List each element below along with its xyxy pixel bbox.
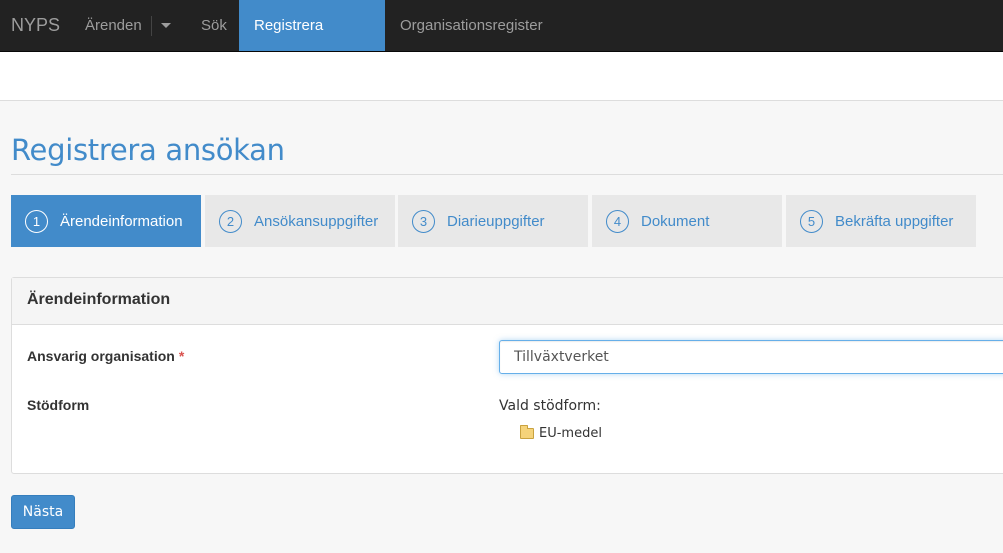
brand-logo[interactable]: NYPS <box>11 0 60 51</box>
selected-stodform-label: Vald stödform: <box>499 398 601 414</box>
step-label: Ansökansuppgifter <box>254 212 379 230</box>
panel-title: Ärendeinformation <box>27 291 171 308</box>
wizard-step-diarieuppgifter[interactable]: 3 Diarieuppgifter <box>398 195 588 247</box>
wizard-step-dokument[interactable]: 4 Dokument <box>592 195 782 247</box>
organisation-input[interactable] <box>499 340 1003 374</box>
wizard-step-ansokansuppgifter[interactable]: 2 Ansökansuppgifter <box>205 195 395 247</box>
nav-item-organisationsregister[interactable]: Organisationsregister <box>385 0 558 51</box>
nav-item-arenden[interactable]: Ärenden <box>70 0 157 51</box>
nav-arenden-dropdown-toggle[interactable] <box>152 0 180 51</box>
step-number: 5 <box>800 209 823 233</box>
step-number: 1 <box>25 209 48 233</box>
step-label: Dokument <box>641 212 710 230</box>
arendeinformation-panel: Ärendeinformation <box>11 277 1003 474</box>
required-marker: * <box>178 348 185 364</box>
page-title: Registrera ansökan <box>11 133 285 167</box>
step-label: Bekräfta uppgifter <box>835 212 954 230</box>
nav-item-sok[interactable]: Sök <box>186 0 242 51</box>
next-button[interactable]: Nästa <box>11 495 75 529</box>
title-divider <box>11 174 1003 175</box>
organisation-label-text: Ansvarig organisation <box>27 348 175 364</box>
organisation-label: Ansvarig organisation * <box>27 348 184 364</box>
top-navbar: NYPS Ärenden Sök Registrera ärende Organ… <box>0 0 1003 85</box>
step-number: 3 <box>412 209 435 233</box>
caret-down-icon <box>161 23 171 28</box>
step-label: Diarieuppgifter <box>447 212 545 230</box>
wizard-step-arendeinformation[interactable]: 1 Ärendeinformation <box>11 195 201 247</box>
nav-item-registrera-arende[interactable]: Registrera ärende <box>239 0 385 85</box>
step-number: 4 <box>606 209 629 233</box>
subheader-strip <box>0 52 1003 101</box>
folder-icon <box>520 425 534 439</box>
step-label: Ärendeinformation <box>60 212 183 230</box>
step-number: 2 <box>219 209 242 233</box>
stodform-label: Stödform <box>27 397 90 413</box>
selected-stodform-item[interactable]: EU-medel <box>539 426 602 441</box>
panel-heading: Ärendeinformation <box>12 278 1003 325</box>
wizard-step-bekrafta-uppgifter[interactable]: 5 Bekräfta uppgifter <box>786 195 976 247</box>
